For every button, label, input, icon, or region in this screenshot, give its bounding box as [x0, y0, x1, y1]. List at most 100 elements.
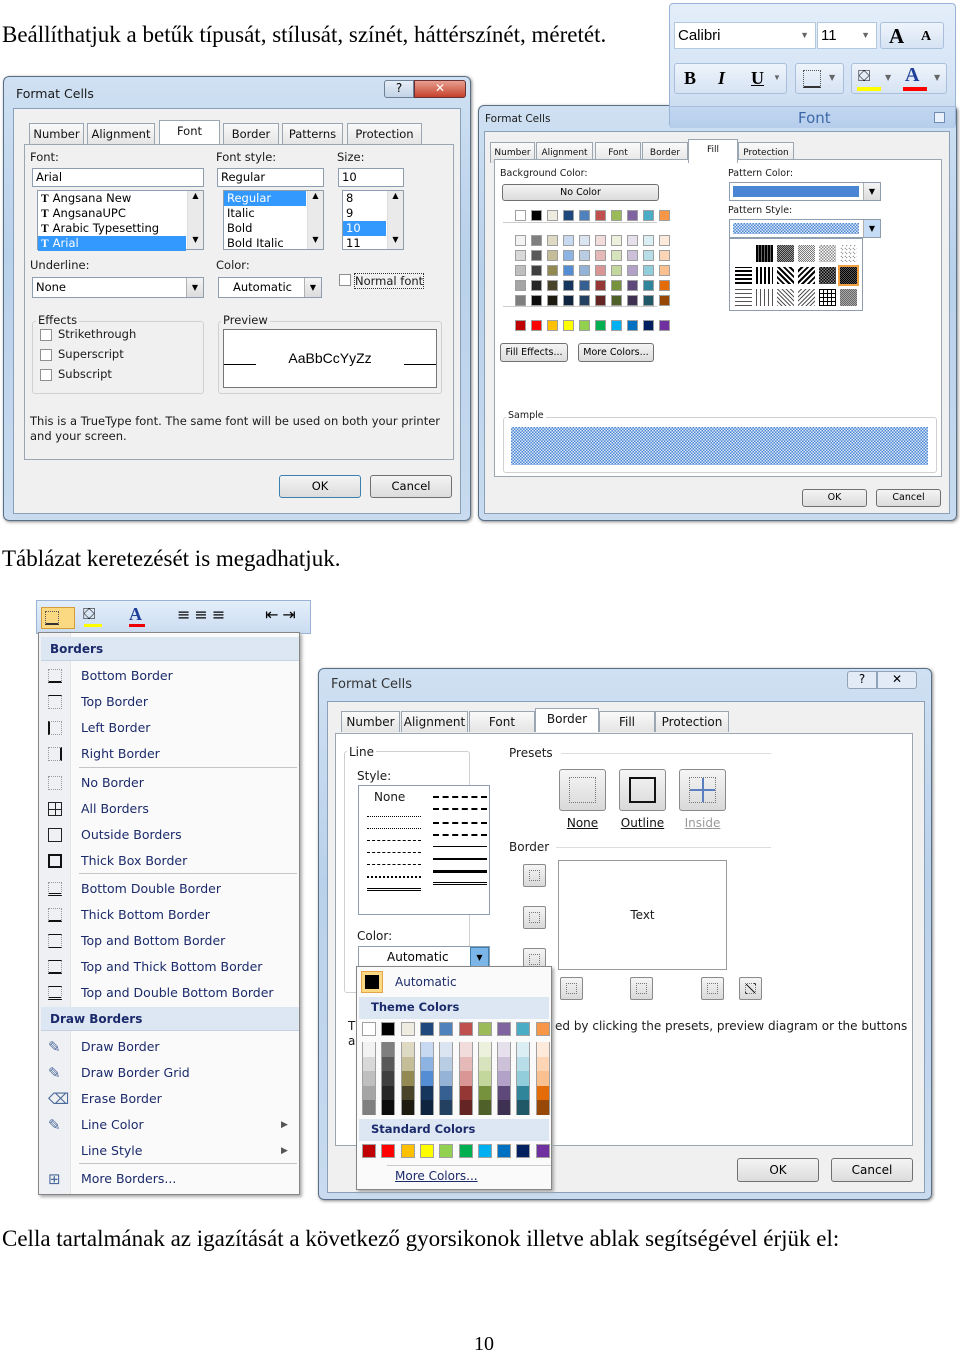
- theme-shade-swatch[interactable]: [439, 1042, 454, 1057]
- list-item[interactable]: Italic: [224, 206, 306, 221]
- theme-shade-swatch[interactable]: [535, 1071, 550, 1086]
- scroll-down-icon[interactable]: ▼: [188, 235, 203, 249]
- scroll-up-icon[interactable]: ▲: [308, 191, 323, 205]
- color-swatch[interactable]: [627, 320, 638, 331]
- theme-shade-swatch[interactable]: [516, 1056, 531, 1072]
- color-swatch[interactable]: [659, 210, 670, 221]
- menu-item-erase-border[interactable]: ⌫ Erase Border: [39, 1086, 297, 1112]
- italic-button[interactable]: I: [718, 68, 725, 89]
- line-color-select[interactable]: Automatic ▼: [358, 946, 490, 968]
- color-swatch[interactable]: [515, 250, 526, 261]
- theme-shade-swatch[interactable]: [458, 1056, 473, 1072]
- color-swatch[interactable]: [643, 280, 654, 291]
- list-item[interactable]: 8: [343, 191, 386, 206]
- line-style-option[interactable]: [433, 858, 487, 860]
- tab-fill[interactable]: Fill: [599, 711, 655, 732]
- theme-color-swatch[interactable]: [458, 1022, 473, 1036]
- standard-color-swatch[interactable]: [477, 1144, 492, 1158]
- theme-shade-swatch[interactable]: [497, 1071, 512, 1086]
- theme-shade-swatch[interactable]: [497, 1056, 512, 1072]
- theme-shade-swatch[interactable]: [419, 1071, 434, 1086]
- tab-number[interactable]: Number: [341, 711, 400, 732]
- ok-button[interactable]: OK: [802, 489, 867, 507]
- theme-shade-swatch[interactable]: [477, 1042, 492, 1057]
- pattern-swatch[interactable]: [819, 245, 836, 262]
- theme-shade-swatch[interactable]: [477, 1100, 492, 1115]
- theme-color-swatch[interactable]: [362, 1022, 376, 1036]
- font-name-combo[interactable]: Calibri ▼: [674, 22, 816, 49]
- borders-button[interactable]: ▼: [795, 63, 844, 94]
- border-toggle-button[interactable]: [523, 906, 546, 929]
- color-swatch[interactable]: [643, 250, 654, 261]
- color-swatch[interactable]: [531, 295, 542, 306]
- color-swatch[interactable]: [563, 250, 574, 261]
- pattern-swatch[interactable]: [756, 289, 773, 306]
- color-swatch[interactable]: [611, 265, 622, 276]
- theme-color-swatch[interactable]: [400, 1022, 415, 1036]
- theme-shade-swatch[interactable]: [516, 1085, 531, 1101]
- menu-item-draw-border-grid[interactable]: ✎ Draw Border Grid: [39, 1060, 297, 1086]
- help-button[interactable]: ?: [384, 80, 414, 98]
- line-style-none[interactable]: None: [374, 790, 405, 804]
- tab-font[interactable]: Font: [469, 711, 535, 732]
- theme-color-swatch[interactable]: [497, 1022, 512, 1036]
- theme-shade-swatch[interactable]: [400, 1085, 415, 1101]
- border-toggle-button[interactable]: [630, 977, 653, 1000]
- color-swatch[interactable]: [643, 210, 654, 221]
- tab-fill[interactable]: Fill: [688, 139, 738, 163]
- color-swatch[interactable]: [611, 210, 622, 221]
- menu-item-top-and-bottom-border[interactable]: Top and Bottom Border: [39, 928, 297, 954]
- color-swatch[interactable]: [595, 320, 606, 331]
- font-size-combo[interactable]: 11 ▼: [817, 22, 877, 49]
- font-color-icon[interactable]: A: [905, 64, 919, 87]
- menu-item-thick-bottom-border[interactable]: Thick Bottom Border: [39, 902, 297, 928]
- color-swatch[interactable]: [531, 250, 542, 261]
- color-select[interactable]: Automatic ▼: [218, 277, 322, 298]
- chevron-down-icon[interactable]: ▼: [934, 73, 940, 82]
- scrollbar[interactable]: ▲ ▼: [307, 191, 323, 249]
- pattern-swatch[interactable]: [777, 289, 794, 306]
- fill-color-icon[interactable]: ⛋: [858, 66, 870, 86]
- help-button[interactable]: ?: [847, 671, 877, 689]
- size-input[interactable]: 10: [338, 168, 404, 187]
- standard-color-swatch[interactable]: [458, 1144, 473, 1158]
- line-style-option[interactable]: [367, 828, 421, 829]
- line-style-option[interactable]: [433, 834, 487, 836]
- tab-alignment[interactable]: Alignment: [87, 123, 155, 144]
- normal-font-checkbox[interactable]: [339, 274, 351, 286]
- theme-shade-swatch[interactable]: [439, 1085, 454, 1101]
- color-swatch[interactable]: [531, 320, 542, 331]
- theme-shade-swatch[interactable]: [458, 1085, 473, 1101]
- color-swatch[interactable]: [595, 250, 606, 261]
- border-toggle-button[interactable]: [560, 977, 583, 1000]
- menu-item-outside-borders[interactable]: Outside Borders: [39, 822, 297, 848]
- standard-color-swatch[interactable]: [516, 1144, 531, 1158]
- theme-shade-swatch[interactable]: [381, 1100, 396, 1115]
- color-swatch[interactable]: [579, 250, 590, 261]
- theme-shade-swatch[interactable]: [516, 1071, 531, 1086]
- color-swatch[interactable]: [659, 250, 670, 261]
- shrink-font-icon[interactable]: A: [921, 29, 931, 45]
- menu-item-top-border[interactable]: Top Border: [39, 689, 297, 715]
- theme-shade-swatch[interactable]: [400, 1100, 415, 1115]
- theme-shade-swatch[interactable]: [439, 1071, 454, 1086]
- color-swatch[interactable]: [547, 280, 558, 291]
- theme-color-swatch[interactable]: [439, 1022, 454, 1036]
- font-color-icon[interactable]: A: [129, 604, 142, 625]
- color-swatch[interactable]: [611, 235, 622, 246]
- color-swatch[interactable]: [547, 235, 558, 246]
- color-swatch[interactable]: [627, 265, 638, 276]
- scroll-up-icon[interactable]: ▲: [188, 191, 203, 205]
- theme-shade-swatch[interactable]: [458, 1071, 473, 1086]
- menu-item-no-border[interactable]: No Border: [39, 770, 297, 796]
- color-swatch[interactable]: [531, 280, 542, 291]
- color-swatch[interactable]: [611, 295, 622, 306]
- tab-patterns[interactable]: Patterns: [282, 123, 343, 144]
- cancel-button[interactable]: Cancel: [831, 1158, 913, 1182]
- pattern-swatch[interactable]: [819, 267, 836, 284]
- tab-border[interactable]: Border: [535, 708, 599, 732]
- line-style-option[interactable]: [433, 796, 487, 798]
- preset-outline-button[interactable]: [619, 769, 666, 811]
- theme-shade-swatch[interactable]: [362, 1042, 376, 1057]
- color-swatch[interactable]: [595, 235, 606, 246]
